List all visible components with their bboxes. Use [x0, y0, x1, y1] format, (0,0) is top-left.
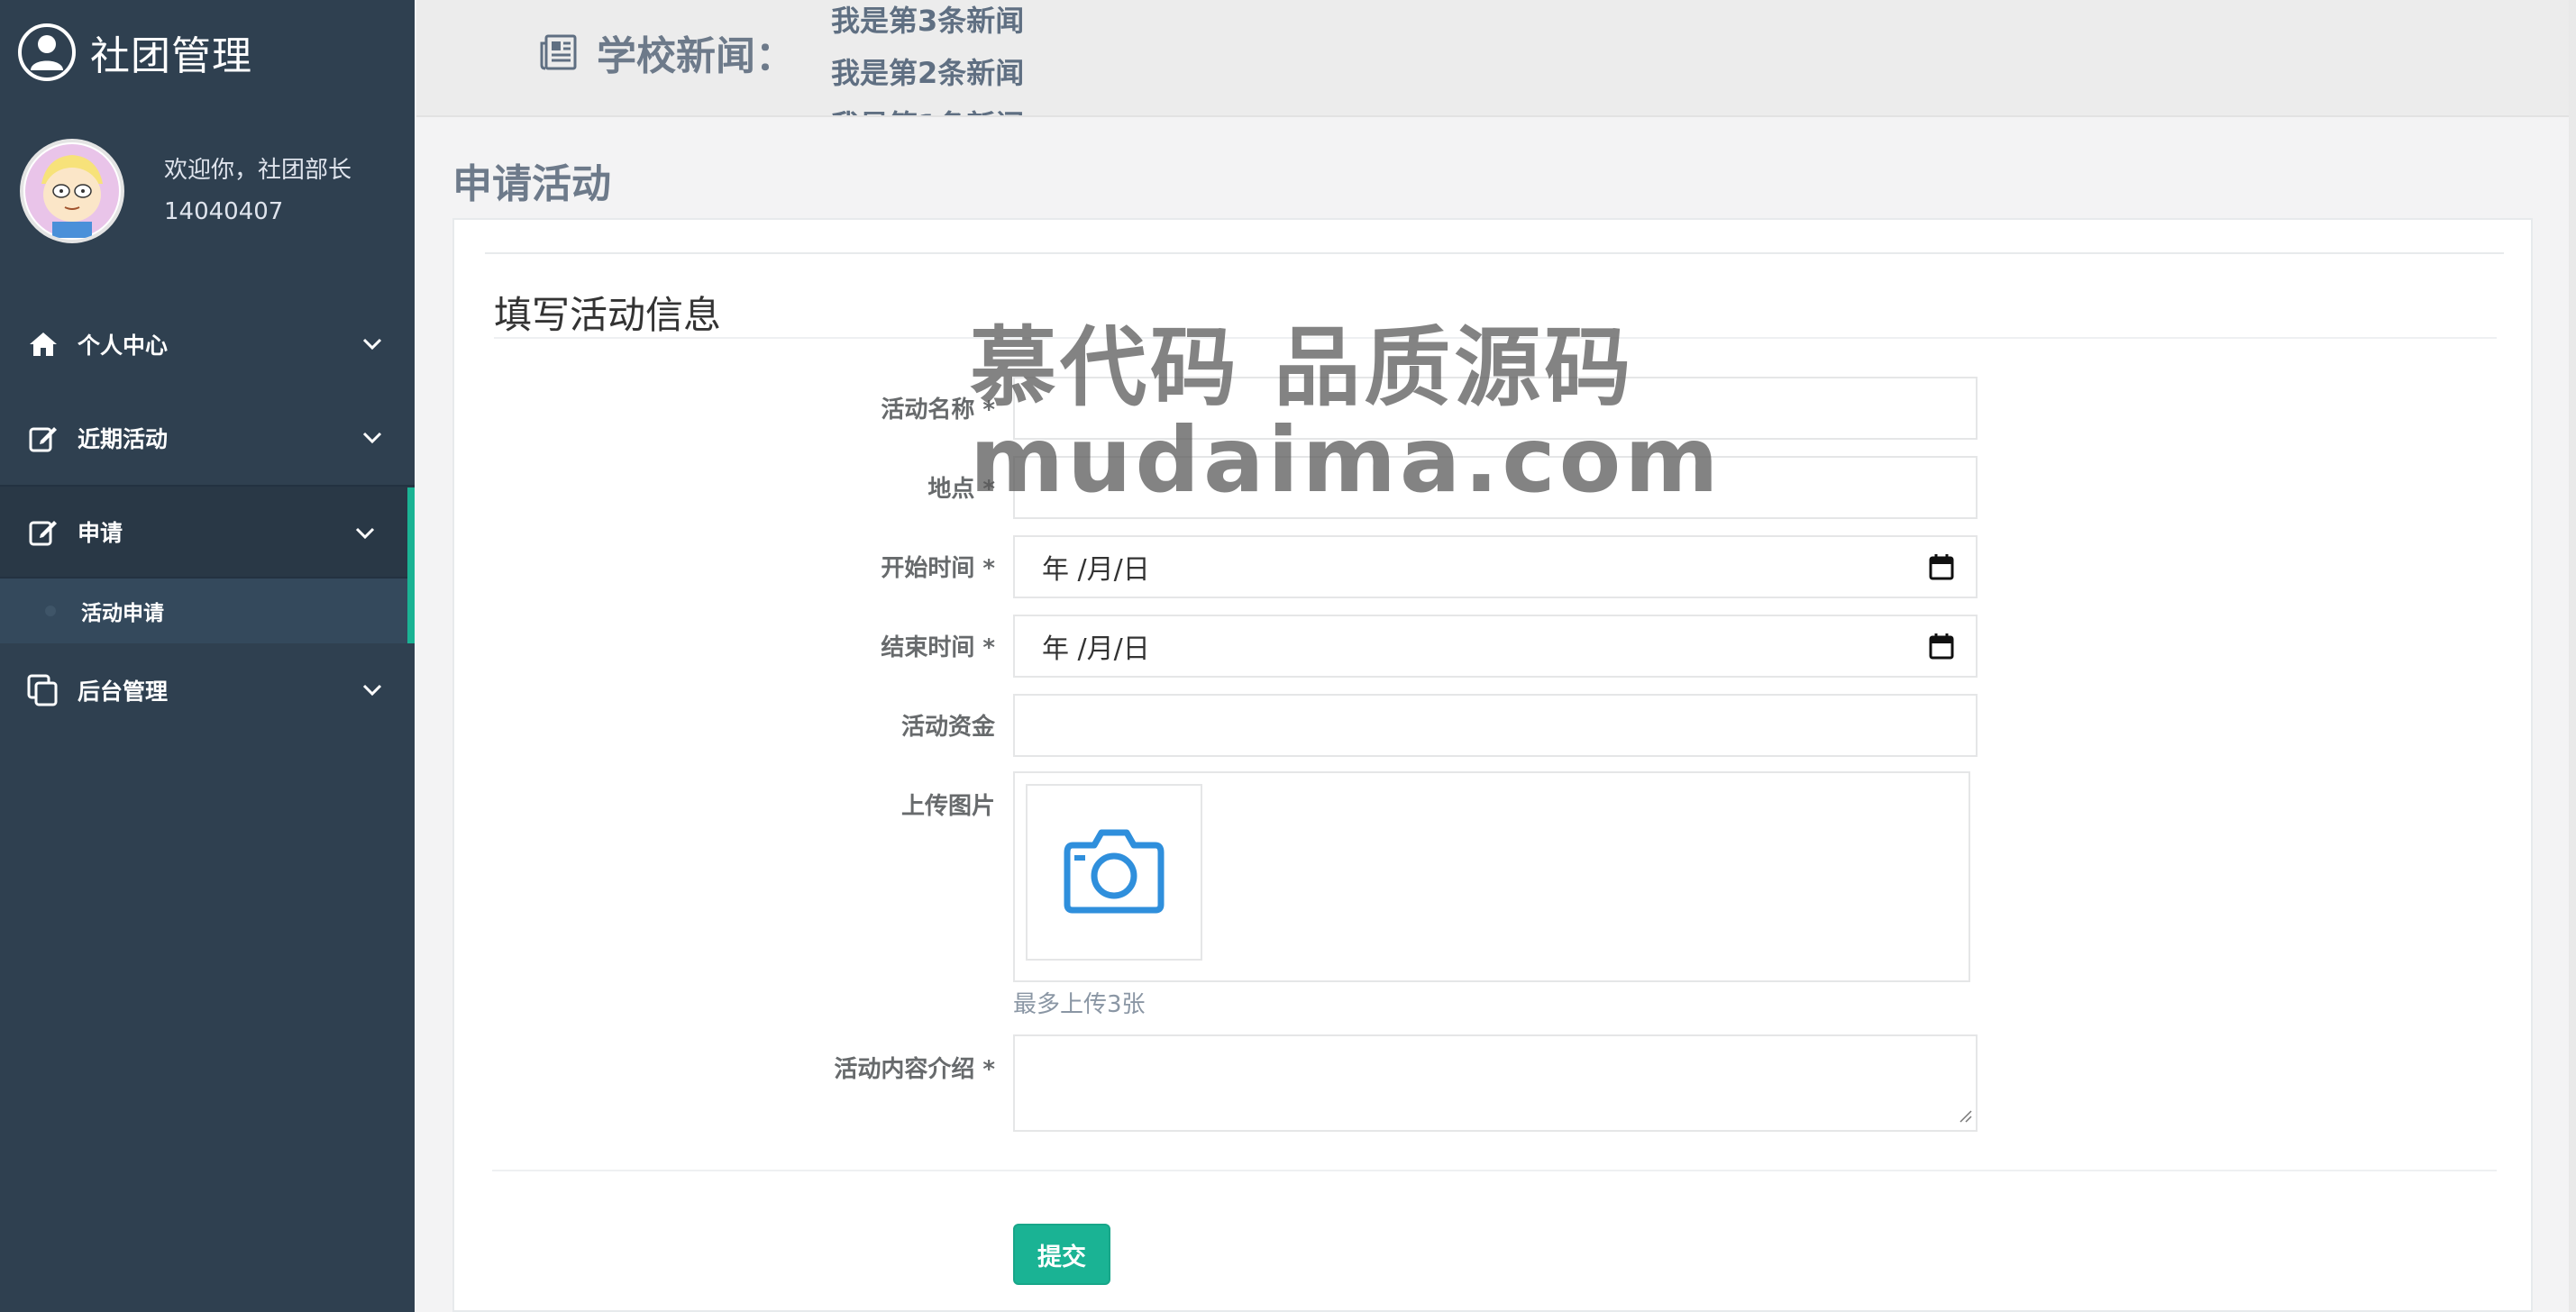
activity-content-label: 活动内容介绍 * [834, 1056, 995, 1083]
resize-handle-icon[interactable] [1958, 1108, 1972, 1126]
location-input[interactable] [1013, 456, 1978, 519]
calendar-icon[interactable] [1929, 633, 1954, 667]
location-label: 地点 * [927, 476, 995, 503]
top-bar: 学校新闻： 我是第3条新闻 我是第2条新闻 我是第1条新闻 [416, 0, 2576, 117]
camera-icon [1062, 825, 1166, 919]
chevron-down-icon [362, 330, 382, 356]
start-time-input[interactable]: 年 /月/日 [1013, 535, 1978, 598]
activity-fund-label: 活动资金 [900, 714, 995, 741]
scrollbar[interactable] [2569, 0, 2576, 1312]
sidebar-item-admin[interactable]: 后台管理 [0, 643, 415, 737]
profile-greeting: 欢迎你，社团部长 [164, 157, 352, 184]
divider [492, 1170, 2497, 1171]
activity-name-label: 活动名称 * [881, 396, 995, 424]
sidebar: 社团管理 欢迎你，社团部长 14040407 个人中心 近期活动 申请 活动申请… [0, 0, 415, 1312]
page-title: 申请活动 [452, 161, 611, 207]
activity-name-input[interactable] [1013, 377, 1978, 440]
divider [485, 252, 2504, 254]
activity-content-textarea[interactable] [1013, 1034, 1978, 1132]
news-item[interactable]: 我是第3条新闻 [831, 0, 1372, 47]
sidebar-item-apply[interactable]: 申请 [0, 487, 415, 577]
sidebar-item-label: 申请 [78, 520, 123, 546]
sidebar-subitem-label: 活动申请 [81, 602, 164, 625]
sidebar-item-label: 个人中心 [78, 333, 169, 359]
home-icon [25, 326, 61, 362]
brand[interactable]: 社团管理 [18, 20, 252, 85]
activity-fund-input[interactable] [1013, 694, 1978, 757]
calendar-icon[interactable] [1929, 553, 1954, 588]
news-item[interactable]: 我是第1条新闻 [831, 99, 1372, 115]
brand-title: 社团管理 [90, 33, 252, 79]
upload-area [1013, 771, 1970, 982]
user-profile: 欢迎你，社团部长 14040407 [20, 137, 398, 245]
news-item[interactable]: 我是第2条新闻 [831, 47, 1372, 99]
edit-icon [25, 514, 61, 550]
avatar[interactable] [20, 139, 124, 243]
edit-icon [25, 420, 61, 456]
end-time-label: 结束时间 * [881, 634, 995, 661]
copy-icon [25, 672, 61, 708]
date-placeholder: 年 /月/日 [1042, 554, 1150, 586]
date-placeholder: 年 /月/日 [1042, 633, 1150, 665]
user-circle-icon [18, 23, 76, 81]
end-time-input[interactable]: 年 /月/日 [1013, 615, 1978, 678]
divider [494, 337, 2497, 339]
sidebar-item-label: 近期活动 [78, 426, 169, 452]
card-heading: 填写活动信息 [494, 293, 722, 337]
sidebar-item-recent-activities[interactable]: 近期活动 [0, 391, 415, 485]
newspaper-icon [539, 32, 579, 76]
chevron-down-icon [362, 676, 382, 702]
upload-image-label: 上传图片 [900, 793, 995, 820]
sidebar-subitem-activity-apply[interactable]: 活动申请 [0, 579, 415, 643]
sidebar-item-label: 后台管理 [78, 679, 169, 705]
upload-button[interactable] [1026, 784, 1202, 961]
bullet-icon [45, 606, 56, 616]
upload-hint: 最多上传3张 [1013, 991, 1146, 1018]
news-label: 学校新闻： [597, 33, 795, 79]
sidebar-item-personal-center[interactable]: 个人中心 [0, 297, 415, 391]
form-card: 填写活动信息 活动名称 * 地点 * 开始时间 * 年 /月/日 结束时间 * … [452, 218, 2533, 1312]
profile-user-id: 14040407 [164, 198, 284, 225]
chevron-down-icon [355, 519, 375, 545]
sidebar-nav: 个人中心 近期活动 申请 活动申请 后台管理 [0, 297, 415, 737]
active-indicator [407, 487, 415, 643]
submit-button[interactable]: 提交 [1013, 1224, 1110, 1285]
chevron-down-icon [362, 424, 382, 450]
start-time-label: 开始时间 * [881, 555, 995, 582]
news-ticker: 我是第3条新闻 我是第2条新闻 我是第1条新闻 [831, 0, 1372, 115]
